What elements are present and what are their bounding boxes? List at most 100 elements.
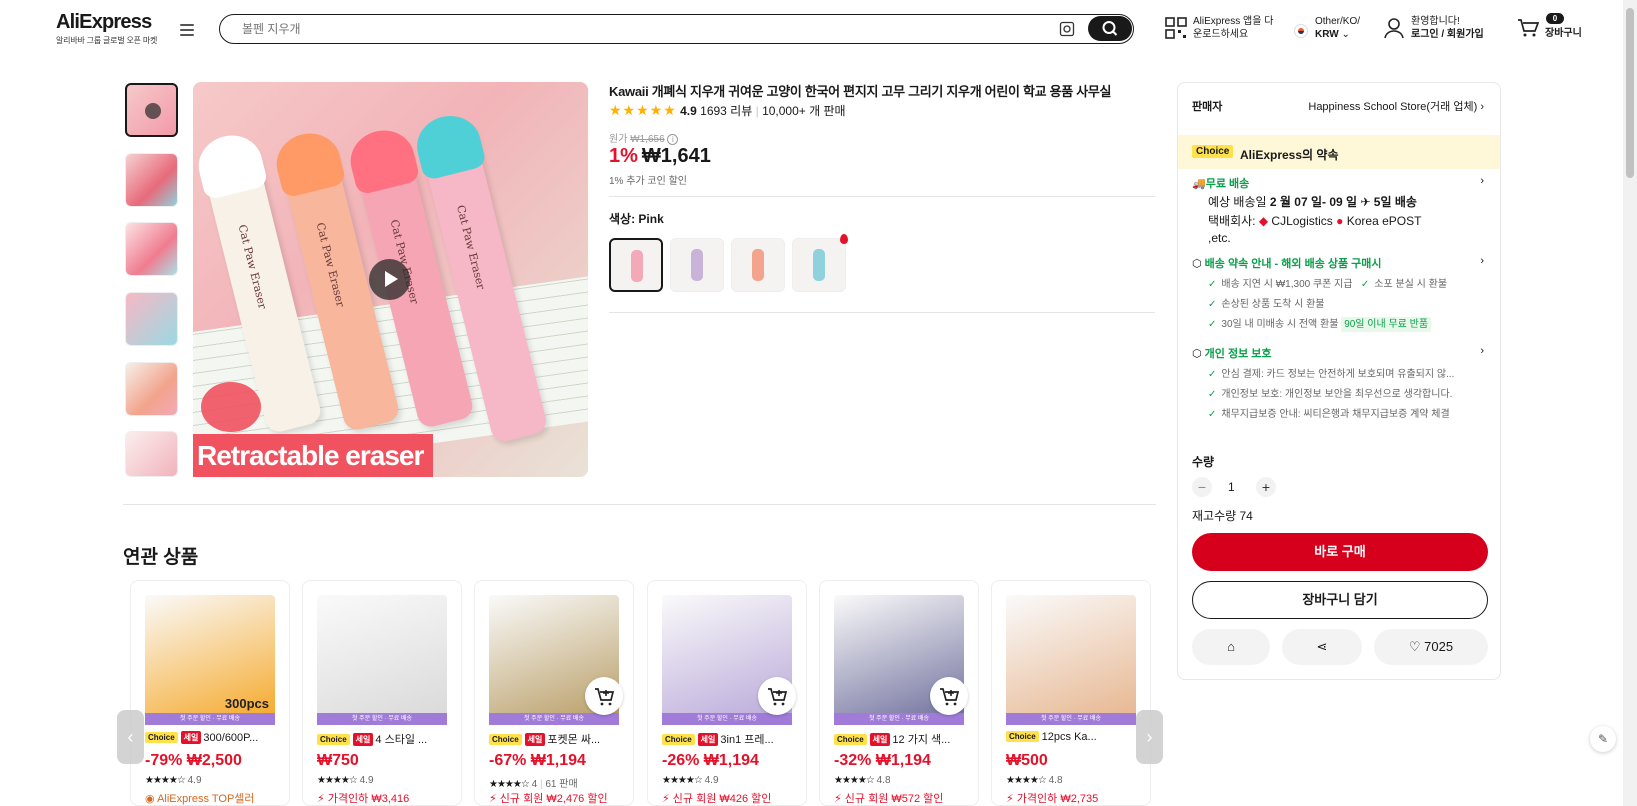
play-icon bbox=[145, 103, 161, 119]
color-swatch-orange[interactable] bbox=[731, 238, 785, 292]
product-card[interactable]: 첫 주문 할인 · 무료 배송 Choice 세일 포켓몬 싸... -67% ₩1,1… bbox=[474, 580, 634, 806]
chevron-right-icon[interactable]: › bbox=[1480, 255, 1484, 267]
info-icon[interactable]: i bbox=[667, 134, 679, 145]
wishlist-count: 7025 bbox=[1424, 639, 1454, 654]
thumbnail-4[interactable] bbox=[125, 292, 178, 346]
image-search-icon[interactable] bbox=[1059, 21, 1075, 37]
seller-link[interactable]: Happiness School Store(거래 업체) › bbox=[1308, 98, 1484, 114]
product-card-title[interactable]: Choice 세일 3in1 프레... bbox=[662, 731, 802, 747]
seller-name: Happiness School Store(거래 업체) bbox=[1308, 101, 1478, 113]
choice-badge: Choice bbox=[1192, 145, 1234, 158]
buy-now-button[interactable]: 바로 구매 bbox=[1192, 533, 1488, 571]
aliexpress-logo[interactable]: AliExpress 알리바바 그룹 글로벌 오픈 마켓 bbox=[56, 12, 157, 46]
swatch-purple bbox=[691, 249, 703, 281]
related-products-heading: 연관 상품 bbox=[123, 547, 199, 568]
product-card-title[interactable]: Choice 12pcs Ka... bbox=[1006, 731, 1146, 743]
scrollbar-thumb[interactable] bbox=[1626, 8, 1634, 178]
store-button[interactable]: ⌂ bbox=[1192, 629, 1270, 665]
product-card-price: -26% ₩1,194 bbox=[662, 752, 759, 769]
carrier-info: 택배회사: ◆ CJLogistics ● Korea ePOST ,etc. bbox=[1208, 214, 1422, 245]
product-card-title-text: 12 가지 색... bbox=[892, 734, 951, 746]
cart-label[interactable]: 장바구니 bbox=[1545, 27, 1582, 40]
edit-icon[interactable]: ✎ bbox=[1590, 726, 1616, 752]
qr-code-icon[interactable] bbox=[1165, 17, 1187, 39]
free-shipping-label: 무료 배송 bbox=[1205, 178, 1250, 190]
color-swatch-pink[interactable] bbox=[609, 238, 663, 292]
menu-icon[interactable] bbox=[180, 24, 194, 36]
rating-stars: ★★★★☆ bbox=[317, 775, 358, 786]
guarantee-section[interactable]: ⬡ 배송 약속 안내 - 해외 배송 상품 구매시 bbox=[1192, 255, 1382, 271]
review-count: 1693 리뷰 bbox=[700, 104, 753, 118]
chevron-right-icon[interactable]: › bbox=[1480, 175, 1484, 187]
thumbnail-6[interactable] bbox=[125, 431, 178, 477]
quantity-increase-button[interactable]: + bbox=[1256, 477, 1276, 497]
quantity-value[interactable]: 1 bbox=[1228, 480, 1235, 494]
rating-row[interactable]: ★★★★★ 4.9 1693 리뷰 | 10,000+ 개 판매 bbox=[609, 102, 846, 119]
free-return-badge: 90일 이내 무료 반품 bbox=[1341, 317, 1432, 332]
rating-stars: ★★★★☆ bbox=[834, 775, 875, 786]
product-card[interactable]: 첫 주문 할인 · 무료 배송 Choice 세일 3in1 프레... -26% ₩1… bbox=[647, 580, 807, 806]
sale-tag: 세일 bbox=[180, 731, 202, 744]
cart-icon[interactable] bbox=[1517, 18, 1539, 38]
thumbnail-3[interactable] bbox=[125, 222, 178, 276]
product-card-extra-text: 신규 회원 ₩426 할인 bbox=[672, 793, 772, 805]
product-card[interactable]: 첫 주문 할인 · 무료 배송 Choice 세일 4 스타일 ... ₩750 ★★★★… bbox=[302, 580, 462, 806]
choice-tag: Choice bbox=[662, 734, 695, 745]
sold-count: 61 판매 bbox=[545, 779, 578, 790]
account-link[interactable]: 환영합니다! 로그인 / 회원가입 bbox=[1411, 15, 1484, 41]
product-card-image[interactable] bbox=[1006, 595, 1136, 725]
product-card-title[interactable]: Choice 세일 4 스타일 ... bbox=[317, 731, 457, 747]
product-card-extra-text: 가격인하 ₩3,416 bbox=[327, 793, 410, 805]
product-card-image[interactable] bbox=[317, 595, 447, 725]
product-card[interactable]: 첫 주문 할인 · 무료 배송 Choice 세일 12 가지 색... -32% ₩1… bbox=[819, 580, 979, 806]
product-card[interactable]: 300pcs 첫 주문 할인 · 무료 배송 Choice 세일 300/600P...… bbox=[130, 580, 290, 806]
video-play-button[interactable] bbox=[369, 259, 410, 300]
product-card-extra-text: 신규 회원 ₩572 할인 bbox=[844, 793, 944, 805]
rating-stars: ★★★★☆ bbox=[1006, 775, 1047, 786]
divider bbox=[609, 312, 1155, 313]
carousel-prev-button[interactable]: ‹ bbox=[117, 710, 144, 764]
share-button[interactable]: ⋖ bbox=[1282, 629, 1362, 665]
product-card-rating: ★★★★☆ 4.8 bbox=[834, 775, 891, 786]
product-card[interactable]: 첫 주문 할인 · 무료 배송 Choice 12pcs Ka... ₩500 ★★★★… bbox=[991, 580, 1151, 806]
color-swatch-blue[interactable] bbox=[792, 238, 846, 292]
thumbnail-5[interactable] bbox=[125, 362, 178, 416]
delivery-estimate: 예상 배송일 2 월 07 일- 09 일 ✈ 5일 배송 bbox=[1208, 195, 1417, 209]
privacy-item-2: ✓ 개인정보 보호: 개인정보 보안을 최우선으로 생각합니다. bbox=[1208, 389, 1453, 400]
page-scrollbar[interactable] bbox=[1623, 0, 1637, 806]
cart-plus-icon bbox=[768, 688, 788, 706]
locale-line1: Other/KO/ bbox=[1315, 16, 1361, 27]
search-button[interactable] bbox=[1088, 16, 1132, 41]
korea-flag-icon bbox=[1294, 23, 1308, 38]
rating-stars: ★★★★★ bbox=[609, 102, 677, 118]
app-download-line2: 운로드하세요 bbox=[1193, 29, 1249, 40]
add-to-cart-icon-button[interactable] bbox=[585, 677, 623, 715]
add-to-cart-button[interactable]: 장바구니 담기 bbox=[1192, 581, 1488, 619]
product-card-image[interactable]: 300pcs bbox=[145, 595, 275, 725]
quantity-decrease-button[interactable]: − bbox=[1192, 477, 1212, 497]
shipping-section[interactable]: 🚚무료 배송 bbox=[1192, 175, 1249, 191]
add-to-cart-icon-button[interactable] bbox=[758, 677, 796, 715]
add-to-cart-icon-button[interactable] bbox=[930, 677, 968, 715]
sold-count: 10,000+ 개 판매 bbox=[762, 104, 846, 118]
privacy-section[interactable]: ⬡ 개인 정보 보호 bbox=[1192, 345, 1272, 361]
product-card-title[interactable]: Choice 세일 포켓몬 싸... bbox=[489, 731, 629, 747]
thumbnail-1[interactable] bbox=[125, 83, 178, 137]
user-icon[interactable] bbox=[1384, 17, 1404, 39]
locale-selector[interactable]: Other/KO/ KRW ⌄ bbox=[1315, 15, 1360, 41]
app-download-link[interactable]: AliExpress 앱을 다 운로드하세요 bbox=[1193, 15, 1273, 41]
chevron-right-icon[interactable]: › bbox=[1480, 345, 1484, 357]
wishlist-button[interactable]: ♡ 7025 bbox=[1374, 629, 1488, 665]
color-swatch-purple[interactable] bbox=[670, 238, 724, 292]
thumbnail-2[interactable] bbox=[125, 153, 178, 207]
search-input[interactable] bbox=[242, 20, 1022, 38]
shield-check-icon: ⬡ bbox=[1192, 348, 1202, 360]
carousel-next-button[interactable]: › bbox=[1136, 710, 1163, 764]
privacy-item-1: ✓ 안심 결제: 카드 정보는 안전하게 보호되며 유출되지 않... bbox=[1208, 369, 1455, 380]
sale-tag: 세일 bbox=[352, 733, 374, 746]
login-signup-text: 로그인 / 회원가입 bbox=[1411, 29, 1484, 40]
rating-value: 4.9 bbox=[704, 775, 719, 786]
product-card-title[interactable]: Choice 세일 12 가지 색... bbox=[834, 731, 974, 747]
product-card-title[interactable]: Choice 세일 300/600P... bbox=[145, 731, 285, 744]
rating-stars: ★★★★☆ bbox=[489, 779, 530, 790]
